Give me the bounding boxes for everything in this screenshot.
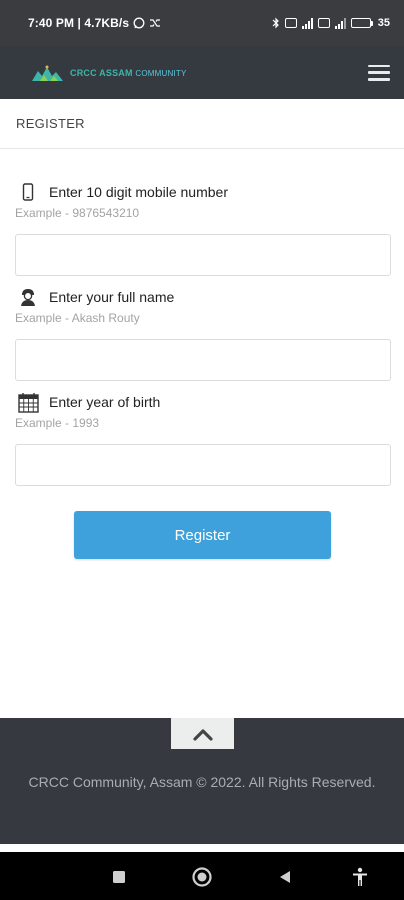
battery-icon [350,18,373,28]
accessibility-button[interactable] [349,866,371,888]
accessibility-icon [353,867,367,886]
mobile-label: Enter 10 digit mobile number [49,184,228,200]
signal2-icon [334,17,346,29]
logo-icon [32,65,63,81]
back-triangle-icon [280,871,290,883]
phone-icon [17,181,39,203]
square-icon [113,871,125,883]
volte2-icon [317,18,330,28]
birth-year-field-group: Enter year of birth Example - 1993 [15,388,391,493]
status-bar: 7:40 PM | 4.7KB/s 35 [0,0,404,46]
app-header: CRCC ASSAM COMMUNITY [0,46,404,99]
home-button[interactable] [191,866,213,888]
recents-button[interactable] [108,866,130,888]
hamburger-menu-button[interactable] [368,64,390,81]
mobile-example: Example - 9876543210 [15,206,140,220]
page-title-bar: REGISTER [0,99,404,149]
name-example: Example - Akash Routy [15,311,140,325]
brand-logo[interactable]: CRCC ASSAM COMMUNITY [30,64,187,82]
name-label: Enter your full name [49,289,175,305]
system-nav-bar [0,852,404,900]
birth-year-input[interactable] [15,444,391,486]
register-form: Enter 10 digit mobile number Example - 9… [15,178,391,493]
birth-year-example: Example - 1993 [15,416,100,430]
name-field-group: Enter your full name Example - Akash Rou… [15,283,391,388]
footer-copyright: CRCC Community, Assam © 2022. All Rights… [28,774,376,790]
bluetooth-icon [272,17,279,29]
volte-icon [284,18,297,28]
battery-percent: 35 [377,17,390,29]
brand-subtitle: COMMUNITY [135,68,187,78]
chevron-up-icon [192,728,213,741]
mobile-field-group: Enter 10 digit mobile number Example - 9… [15,178,391,283]
whatsapp-icon [133,17,145,29]
scroll-to-top-button[interactable] [171,718,234,749]
user-icon [17,286,39,308]
shuffle-icon [150,19,161,27]
page-title: REGISTER [16,116,85,131]
calendar-icon [17,391,39,413]
brand-name: CRCC ASSAM [70,67,133,78]
circle-home-icon [192,867,212,887]
birth-year-label: Enter year of birth [49,394,161,410]
signal-icon [301,17,313,29]
register-button[interactable]: Register [74,511,331,559]
footer: CRCC Community, Assam © 2022. All Rights… [0,718,404,844]
back-button[interactable] [274,866,296,888]
mobile-input[interactable] [15,234,391,276]
status-time: 7:40 PM | 4.7KB/s [28,16,130,30]
full-name-input[interactable] [15,339,391,381]
